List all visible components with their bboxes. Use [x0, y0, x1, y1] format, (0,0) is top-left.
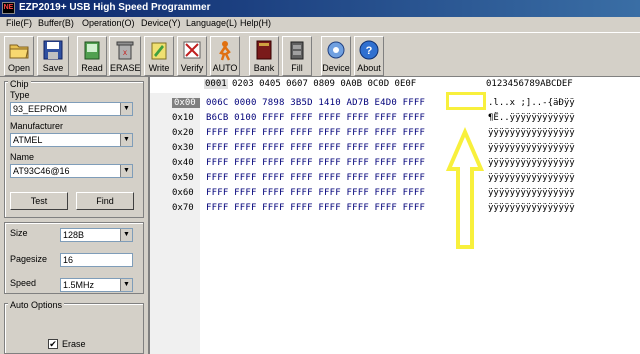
auto-label: AUTO — [212, 63, 238, 73]
open-label: Open — [7, 63, 31, 73]
menu-language[interactable]: Language(L) — [186, 18, 237, 28]
menu-buffer[interactable]: Buffer(B) — [38, 18, 74, 28]
size-value: 128B — [63, 230, 85, 240]
erase-button[interactable]: X ERASE — [109, 36, 141, 76]
bank-label: Bank — [253, 63, 275, 73]
device-gear-icon — [327, 41, 345, 59]
type-label: Type — [10, 90, 30, 100]
folder-icon — [9, 44, 29, 59]
menu-help[interactable]: Help(H) — [240, 18, 271, 28]
fill-label: Fill — [291, 63, 303, 73]
save-label: Save — [42, 63, 64, 73]
chevron-down-icon[interactable]: ▼ — [120, 134, 132, 146]
read-button[interactable]: Read — [77, 36, 107, 76]
bank-button[interactable]: Bank — [249, 36, 279, 76]
menu-file[interactable]: File(F) — [6, 18, 32, 28]
app-icon: NE — [2, 2, 15, 14]
auto-run-icon — [219, 41, 231, 61]
save-button[interactable]: Save — [37, 36, 69, 76]
write-chip-icon — [151, 42, 167, 60]
size-label: Size — [10, 228, 28, 238]
device-button[interactable]: Device — [321, 36, 351, 76]
trash-icon: X — [116, 41, 134, 60]
name-select[interactable]: AT93C46@16 ▼ — [10, 164, 133, 178]
chip-group-label: Chip — [8, 79, 31, 89]
type-value: 93_EEPROM — [13, 104, 68, 114]
erase-checkbox[interactable]: ✔ — [48, 339, 58, 349]
fill-button[interactable]: Fill — [282, 36, 312, 76]
about-label: About — [357, 63, 381, 73]
menu-device[interactable]: Device(Y) — [141, 18, 181, 28]
verify-label: Verify — [180, 63, 204, 73]
manufacturer-value: ATMEL — [13, 135, 43, 145]
bank-book-icon — [256, 40, 272, 60]
settings-panel: Chip Type 93_EEPROM ▼ Manufacturer ATMEL… — [0, 77, 148, 354]
speed-select[interactable]: 1.5MHz ▼ — [60, 278, 133, 292]
floppy-icon — [43, 40, 63, 60]
name-value: AT93C46@16 — [13, 166, 70, 176]
title-bar: NE EZP2019+ USB High Speed Programmer — [0, 0, 640, 17]
erase-option-label: Erase — [62, 339, 86, 349]
menu-operation[interactable]: Operation(O) — [82, 18, 135, 28]
annotation-arrow-icon — [445, 126, 485, 249]
about-info-icon: ? — [359, 40, 379, 60]
device-label: Device — [322, 63, 350, 73]
write-button[interactable]: Write — [144, 36, 174, 76]
erase-label: ERASE — [110, 63, 141, 73]
write-label: Write — [148, 63, 170, 73]
size-select[interactable]: 128B ▼ — [60, 228, 133, 242]
speed-label: Speed — [10, 278, 37, 288]
manufacturer-select[interactable]: ATMEL ▼ — [10, 133, 133, 147]
test-button[interactable]: Test — [10, 192, 68, 210]
auto-options-label: Auto Options — [8, 300, 65, 310]
read-chip-icon — [84, 41, 100, 60]
chevron-down-icon[interactable]: ▼ — [120, 103, 132, 115]
window-title: EZP2019+ USB High Speed Programmer — [19, 2, 211, 13]
chevron-down-icon[interactable]: ▼ — [120, 165, 132, 177]
read-label: Read — [81, 63, 103, 73]
menu-bar: File(F) Buffer(B) Operation(O) Device(Y)… — [0, 17, 640, 32]
verify-button[interactable]: Verify — [177, 36, 207, 76]
speed-value: 1.5MHz — [63, 280, 95, 290]
about-button[interactable]: ? About — [354, 36, 384, 76]
find-button[interactable]: Find — [76, 192, 134, 210]
pagesize-label: Pagesize — [10, 254, 48, 264]
chevron-down-icon[interactable]: ▼ — [120, 229, 132, 241]
svg-text:?: ? — [366, 45, 373, 57]
hex-editor[interactable]: 0001 0203 0405 0607 0809 0A0B 0C0D 0E0F … — [148, 77, 640, 354]
open-button[interactable]: Open — [4, 36, 34, 76]
verify-icon — [183, 41, 201, 59]
chevron-down-icon[interactable]: ▼ — [120, 279, 132, 291]
name-label: Name — [10, 152, 35, 162]
fill-bucket-icon — [290, 41, 304, 60]
auto-button[interactable]: AUTO — [210, 36, 240, 76]
pagesize-field[interactable]: 16 — [60, 253, 133, 267]
type-select[interactable]: 93_EEPROM ▼ — [10, 102, 133, 116]
toolbar: Open Save Read X ERASE Write Verify AUTO… — [0, 32, 640, 77]
svg-text:X: X — [123, 51, 127, 57]
manufacturer-label: Manufacturer — [10, 121, 64, 131]
